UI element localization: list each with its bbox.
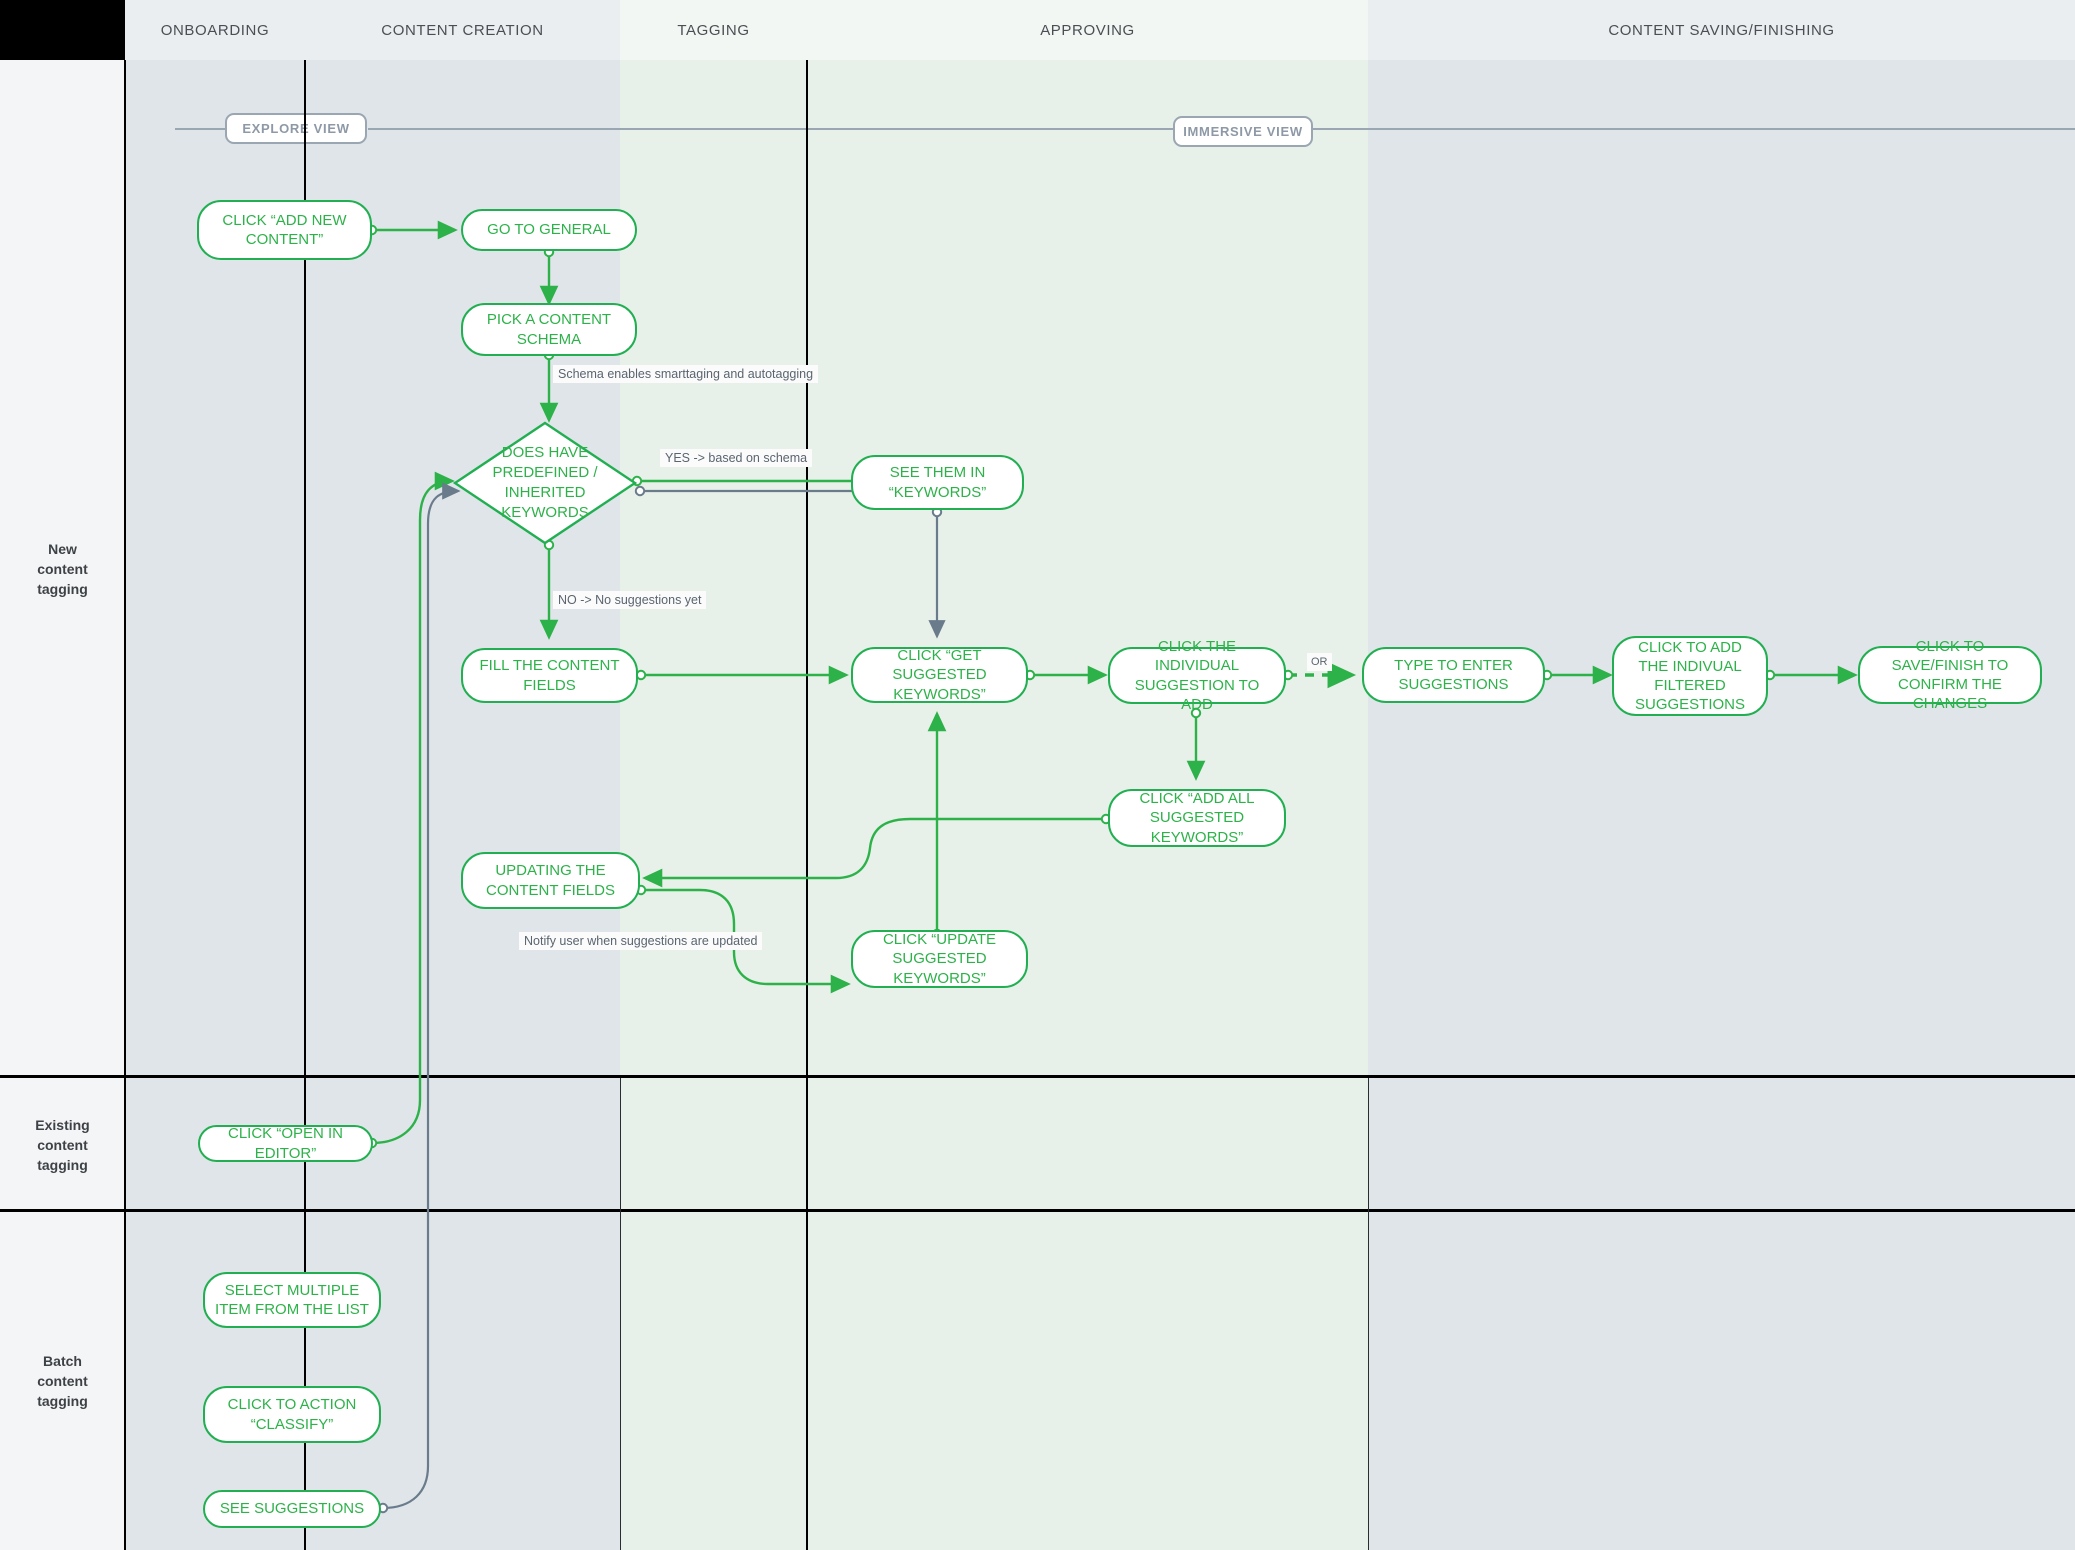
- node-select-multiple-items-from-list[interactable]: SELECT MULTIPLE ITEM FROM THE LIST: [203, 1272, 381, 1328]
- column-header-tagging: TAGGING: [620, 0, 807, 60]
- column-header-label: CONTENT CREATION: [381, 21, 544, 39]
- node-click-get-suggested-keywords[interactable]: CLICK “GET SUGGESTED KEYWORDS”: [851, 647, 1028, 703]
- column-header-approving: APPROVING: [807, 0, 1368, 60]
- column-header-label: ONBOARDING: [160, 21, 270, 39]
- header-corner-block: [0, 0, 125, 60]
- edge-label-text: Notify user when suggestions are updated: [524, 934, 758, 948]
- node-label: CLICK TO SAVE/FINISH TO CONFIRM THE CHAN…: [1891, 637, 2009, 713]
- column-band-tagging: [620, 60, 807, 1550]
- lane-label-new-content-tagging: New content tagging: [0, 60, 125, 1078]
- immersive-view-pill-label: IMMERSIVE VIEW: [1183, 124, 1303, 139]
- node-see-them-in-keywords[interactable]: SEE THEM IN “KEYWORDS”: [851, 455, 1024, 510]
- explore-view-pill: EXPLORE VIEW: [225, 113, 367, 144]
- node-fill-the-content-fields[interactable]: FILL THE CONTENT FIELDS: [461, 648, 638, 703]
- explore-view-divider-line-left: [175, 128, 227, 130]
- node-click-to-action-classify[interactable]: CLICK TO ACTION “CLASSIFY”: [203, 1386, 381, 1443]
- node-label: CLICK “ADD ALL SUGGESTED KEYWORDS”: [1139, 790, 1255, 846]
- explore-view-pill-label: EXPLORE VIEW: [242, 121, 350, 136]
- node-click-save-finish-confirm-changes[interactable]: CLICK TO SAVE/FINISH TO CONFIRM THE CHAN…: [1858, 638, 2042, 712]
- node-label: GO TO GENERAL: [487, 221, 611, 239]
- column-rule-content-saving: [1368, 1078, 1369, 1550]
- lane-separator-2: [0, 1209, 2075, 1212]
- node-label: CLICK “UPDATE SUGGESTED KEYWORDS”: [882, 931, 997, 987]
- node-click-add-all-suggested-keywords[interactable]: CLICK “ADD ALL SUGGESTED KEYWORDS”: [1108, 789, 1286, 847]
- node-label: SELECT MULTIPLE ITEM FROM THE LIST: [215, 1281, 369, 1318]
- lane-label-batch-content-tagging: Batch content tagging: [0, 1212, 125, 1550]
- edge-label-notify-user: Notify user when suggestions are updated: [519, 932, 763, 950]
- node-pick-a-content-schema[interactable]: PICK A CONTENT SCHEMA: [461, 303, 637, 356]
- lane-separator-1: [0, 1075, 2075, 1078]
- node-updating-the-content-fields[interactable]: UPDATING THE CONTENT FIELDS: [461, 852, 640, 909]
- column-rule-onboarding: [124, 60, 126, 1550]
- node-see-suggestions[interactable]: SEE SUGGESTIONS: [203, 1490, 381, 1528]
- lane-label-text: Existing content tagging: [35, 1116, 90, 1174]
- immersive-view-pill: IMMERSIVE VIEW: [1173, 116, 1313, 147]
- node-label: TYPE TO ENTER SUGGESTIONS: [1394, 656, 1513, 693]
- node-go-to-general[interactable]: GO TO GENERAL: [461, 209, 637, 251]
- node-label: SEE THEM IN “KEYWORDS”: [888, 464, 987, 501]
- edge-label-or: OR: [1307, 653, 1332, 671]
- node-type-to-enter-suggestions[interactable]: TYPE TO ENTER SUGGESTIONS: [1362, 647, 1545, 703]
- node-label: CLICK THE INDIVIDUAL SUGGESTION TO ADD: [1134, 638, 1260, 713]
- column-header-label: APPROVING: [1040, 21, 1135, 39]
- node-click-add-new-content[interactable]: CLICK “ADD NEW CONTENT”: [197, 200, 372, 260]
- node-click-update-suggested-keywords[interactable]: CLICK “UPDATE SUGGESTED KEYWORDS”: [851, 930, 1028, 988]
- node-label: CLICK TO ACTION “CLASSIFY”: [227, 1396, 357, 1433]
- node-click-add-individual-filtered-suggestions[interactable]: CLICK TO ADD THE INDIVUAL FILTERED SUGGE…: [1612, 636, 1768, 716]
- swimlane-flowchart: ONBOARDING CONTENT CREATION TAGGING APPR…: [0, 0, 2075, 1550]
- column-header-content-creation: CONTENT CREATION: [305, 0, 620, 60]
- node-label: CLICK “GET SUGGESTED KEYWORDS”: [892, 647, 987, 703]
- column-header-content-saving: CONTENT SAVING/FINISHING: [1368, 0, 2075, 60]
- node-click-individual-suggestion-to-add[interactable]: CLICK THE INDIVIDUAL SUGGESTION TO ADD: [1108, 638, 1286, 713]
- edge-label-text: NO -> No suggestions yet: [558, 593, 702, 607]
- node-label: CLICK “ADD NEW CONTENT”: [222, 211, 347, 248]
- column-band-content-saving: [1368, 60, 2075, 1550]
- column-header-label: TAGGING: [677, 21, 750, 39]
- lane-label-text: New content tagging: [37, 540, 88, 598]
- node-click-open-in-editor[interactable]: CLICK “OPEN IN EDITOR”: [198, 1125, 373, 1162]
- node-label: SEE SUGGESTIONS: [219, 1500, 365, 1518]
- node-label: FILL THE CONTENT FIELDS: [479, 657, 620, 694]
- edge-label-no-branch: NO -> No suggestions yet: [553, 591, 707, 609]
- lane-label-existing-content-tagging: Existing content tagging: [0, 1078, 125, 1212]
- node-label: UPDATING THE CONTENT FIELDS: [486, 862, 615, 899]
- column-header-onboarding: ONBOARDING: [125, 0, 305, 60]
- edge-label-text: YES -> based on schema: [665, 451, 808, 465]
- decision-diamond-shape[interactable]: [452, 420, 638, 546]
- node-label: CLICK TO ADD THE INDIVUAL FILTERED SUGGE…: [1634, 638, 1746, 714]
- column-header-label: CONTENT SAVING/FINISHING: [1608, 21, 1835, 39]
- edge-label-text: Schema enables smarttaging and autotaggi…: [558, 367, 814, 381]
- node-label: CLICK “OPEN IN EDITOR”: [227, 1125, 344, 1162]
- edge-label-schema-enables: Schema enables smarttaging and autotaggi…: [553, 365, 819, 383]
- edge-label-text: OR: [1311, 656, 1328, 668]
- lane-label-text: Batch content tagging: [37, 1352, 88, 1410]
- node-label: PICK A CONTENT SCHEMA: [486, 311, 612, 348]
- column-rule-approving: [806, 60, 808, 1550]
- column-rule-tagging: [620, 1078, 621, 1550]
- edge-label-yes-branch: YES -> based on schema: [660, 449, 813, 467]
